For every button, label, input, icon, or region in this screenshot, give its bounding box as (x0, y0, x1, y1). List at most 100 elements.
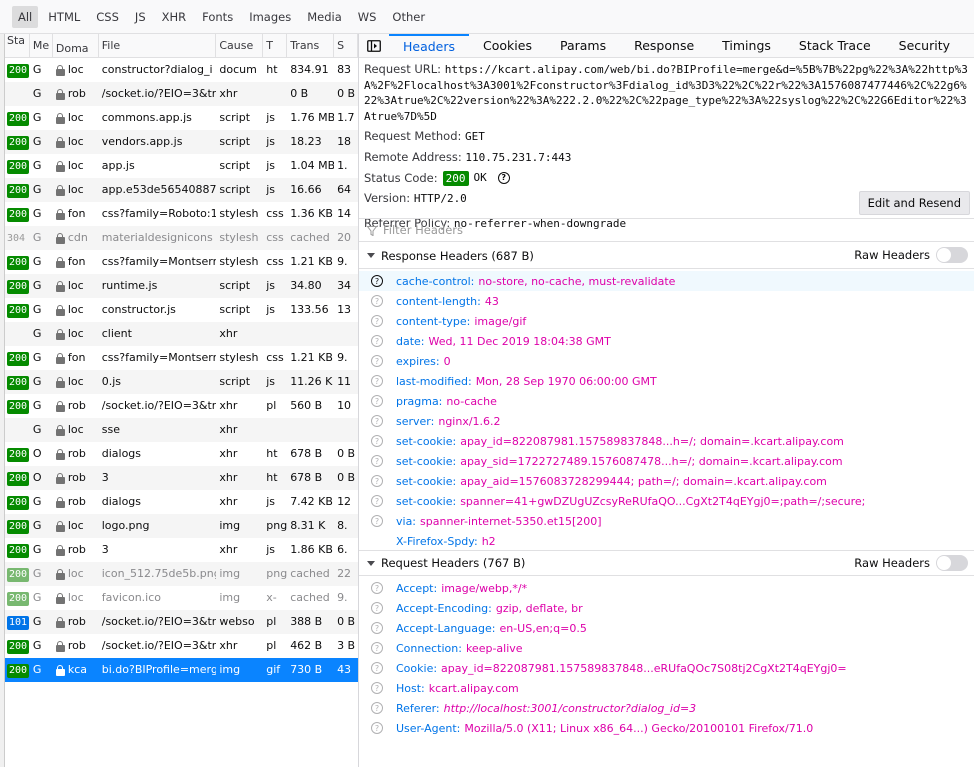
header-row[interactable]: ? set-cookie: spanner=41+gwDZUgUZcsyReRUfa… (359, 491, 974, 511)
request-row[interactable]: 200 Gloc constructor.js script js 133.56 13 (5, 298, 358, 322)
header-help-icon[interactable]: ? (371, 475, 383, 487)
header-help-icon[interactable]: ? (371, 495, 383, 507)
request-row[interactable]: 200 Orob dialogs xhr ht 678 B 0 B (5, 442, 358, 466)
header-row[interactable]: ? server: nginx/1.6.2 (359, 411, 974, 431)
request-row[interactable]: 200 Gloc runtime.js script js 34.80 34 (5, 274, 358, 298)
request-row[interactable]: 200 Orob 3 xhr ht 678 B 0 B (5, 466, 358, 490)
tab-timings[interactable]: Timings (708, 34, 785, 57)
header-row[interactable]: ? via: spanner-internet-5350.et15[200] (359, 511, 974, 531)
request-headers-toggle[interactable]: Request Headers (767 B) Raw Headers (359, 550, 974, 576)
tab-cookies[interactable]: Cookies (469, 34, 546, 57)
request-row[interactable]: 200 Gloc favicon.ico img x-cached 9. (5, 586, 358, 610)
request-row[interactable]: 200 Gfon css?family=Montserr stylesh css 1.21… (5, 346, 358, 370)
header-help-icon[interactable]: ? (371, 355, 383, 367)
header-row[interactable]: ? Accept-Encoding: gzip, deflate, br (359, 598, 974, 618)
header-row[interactable]: ? expires: 0 (359, 351, 974, 371)
header-help-icon[interactable]: ? (371, 662, 383, 674)
header-help-icon[interactable]: ? (371, 455, 383, 467)
request-row[interactable]: Gloc client xhr (5, 322, 358, 346)
filter-tab-fonts[interactable]: Fonts (196, 6, 239, 28)
header-row[interactable]: ? cache-control: no-store, no-cache, must-… (359, 271, 974, 291)
column-header-3[interactable]: File (99, 34, 217, 58)
request-row[interactable]: 200 Gloc vendors.app.js script js 18.23 18 (5, 130, 358, 154)
request-row[interactable]: 200 Gloc app.e53de56540887 script js 16.66 64 (5, 178, 358, 202)
request-row[interactable]: 200 Grob dialogs xhr js 7.42 KB 12 (5, 490, 358, 514)
request-row[interactable]: 200 Gloc constructor?dialog_i docum ht 834.91… (5, 58, 358, 82)
tab-headers[interactable]: Headers (389, 34, 470, 57)
header-row[interactable]: ? set-cookie: apay_aid=1576083728299444; p… (359, 471, 974, 491)
request-row[interactable]: 304 Gcdn materialdesignicons stylesh css cach… (5, 226, 358, 250)
header-row[interactable]: ? Referer: http://localhost:3001/construct… (359, 698, 974, 718)
request-row[interactable]: 200 Grob/socket.io/?EIO=3&tr xhr pl 462 B 3 B (5, 634, 358, 658)
request-row[interactable]: 200 Grob/socket.io/?EIO=3&tr xhr pl 560 B 10 (5, 394, 358, 418)
header-help-icon[interactable]: ? (371, 375, 383, 387)
column-header-2[interactable]: Doma (53, 34, 99, 58)
request-row[interactable]: 200 Gfon css?family=Montserr stylesh css 1.21… (5, 250, 358, 274)
header-help-icon[interactable]: ? (371, 722, 383, 734)
header-help-icon[interactable]: ? (371, 515, 383, 527)
header-row[interactable]: ? User-Agent: Mozilla/5.0 (X11; Linux x86_… (359, 718, 974, 738)
header-row[interactable]: ? last-modified: Mon, 28 Sep 1970 06:00:00… (359, 371, 974, 391)
header-row[interactable]: ? Host: kcart.alipay.com (359, 678, 974, 698)
request-raw-headers-switch[interactable]: Raw Headers (854, 555, 968, 571)
header-help-icon[interactable]: ? (371, 395, 383, 407)
header-help-icon[interactable]: ? (371, 602, 383, 614)
column-header-0[interactable]: Sta (5, 34, 30, 58)
tab-stack-trace[interactable]: Stack Trace (785, 34, 885, 57)
request-row[interactable]: Grob/socket.io/?EIO=3&tr xhr 0 B 0 B (5, 82, 358, 106)
filter-tab-other[interactable]: Other (386, 6, 431, 28)
header-row[interactable]: ? Accept-Language: en-US,en;q=0.5 (359, 618, 974, 638)
filter-tab-ws[interactable]: WS (352, 6, 383, 28)
header-help-icon[interactable]: ? (371, 642, 383, 654)
header-row[interactable]: X-Firefox-Spdy: h2 (359, 531, 974, 551)
header-help-icon[interactable]: ? (371, 582, 383, 594)
tab-security[interactable]: Security (885, 34, 964, 57)
filter-tab-js[interactable]: JS (129, 6, 152, 28)
column-header-5[interactable]: T (263, 34, 288, 58)
filter-tab-all[interactable]: All (12, 5, 39, 28)
header-row[interactable]: ? content-length: 43 (359, 291, 974, 311)
header-help-icon[interactable]: ? (371, 335, 383, 347)
request-row[interactable]: Gloc sse xhr (5, 418, 358, 442)
header-row[interactable]: ? set-cookie: apay_id=822087981.1575898378… (359, 431, 974, 451)
header-help-icon[interactable]: ? (371, 622, 383, 634)
toggle-sidebar-icon[interactable] (359, 34, 389, 57)
filter-tab-images[interactable]: Images (243, 6, 297, 28)
column-header-6[interactable]: Trans (287, 34, 335, 58)
header-row[interactable]: ? Connection: keep-alive (359, 638, 974, 658)
request-row[interactable]: 200 Gloc 0.js script js 11.26 K 11 (5, 370, 358, 394)
request-row[interactable]: 200 Gloc app.js script js 1.04 MB 1. (5, 154, 358, 178)
header-help-icon[interactable]: ? (371, 682, 383, 694)
filter-tab-html[interactable]: HTML (42, 6, 86, 28)
request-row[interactable]: 101 Grob/socket.io/?EIO=3&tr webso pl 388 B 0… (5, 610, 358, 634)
column-header-1[interactable]: Me (30, 34, 53, 58)
header-help-icon[interactable]: ? (371, 415, 383, 427)
response-raw-headers-switch[interactable]: Raw Headers (854, 247, 968, 263)
edit-and-resend-button[interactable]: Edit and Resend (858, 191, 970, 215)
request-row[interactable]: 200 Gloc commons.app.js script js 1.76 MB 1.7 (5, 106, 358, 130)
header-help-icon[interactable]: ? (371, 275, 383, 287)
request-row[interactable]: 200 Gfon css?family=Roboto:1 stylesh css 1.36… (5, 202, 358, 226)
filter-headers-field[interactable]: Filter Headers (359, 218, 974, 242)
filter-tab-xhr[interactable]: XHR (156, 6, 193, 28)
header-row[interactable]: ? set-cookie: apay_sid=1722727489.15760874… (359, 451, 974, 471)
raw-headers-toggle[interactable] (936, 247, 968, 263)
header-row[interactable]: ? date: Wed, 11 Dec 2019 18:04:38 GMT (359, 331, 974, 351)
column-header-4[interactable]: Cause (216, 34, 264, 58)
tab-response[interactable]: Response (620, 34, 708, 57)
filter-tab-css[interactable]: CSS (90, 6, 125, 28)
column-header-7[interactable]: S (334, 34, 358, 58)
header-row[interactable]: ? pragma: no-cache (359, 391, 974, 411)
header-row[interactable]: ? Cookie: apay_id=822087981.157589837848..… (359, 658, 974, 678)
header-help-icon[interactable]: ? (371, 435, 383, 447)
header-help-icon[interactable]: ? (371, 315, 383, 327)
response-headers-toggle[interactable]: Response Headers (687 B) Raw Headers (359, 243, 974, 269)
header-help-icon[interactable]: ? (371, 295, 383, 307)
request-row[interactable]: 200 Grob 3 xhr js 1.86 KB 6. (5, 538, 358, 562)
filter-tab-media[interactable]: Media (301, 6, 348, 28)
raw-headers-toggle[interactable] (936, 555, 968, 571)
header-help-icon[interactable]: ? (371, 702, 383, 714)
tab-params[interactable]: Params (546, 34, 620, 57)
header-row[interactable]: ? Accept: image/webp,*/* (359, 578, 974, 598)
header-row[interactable]: ? content-type: image/gif (359, 311, 974, 331)
